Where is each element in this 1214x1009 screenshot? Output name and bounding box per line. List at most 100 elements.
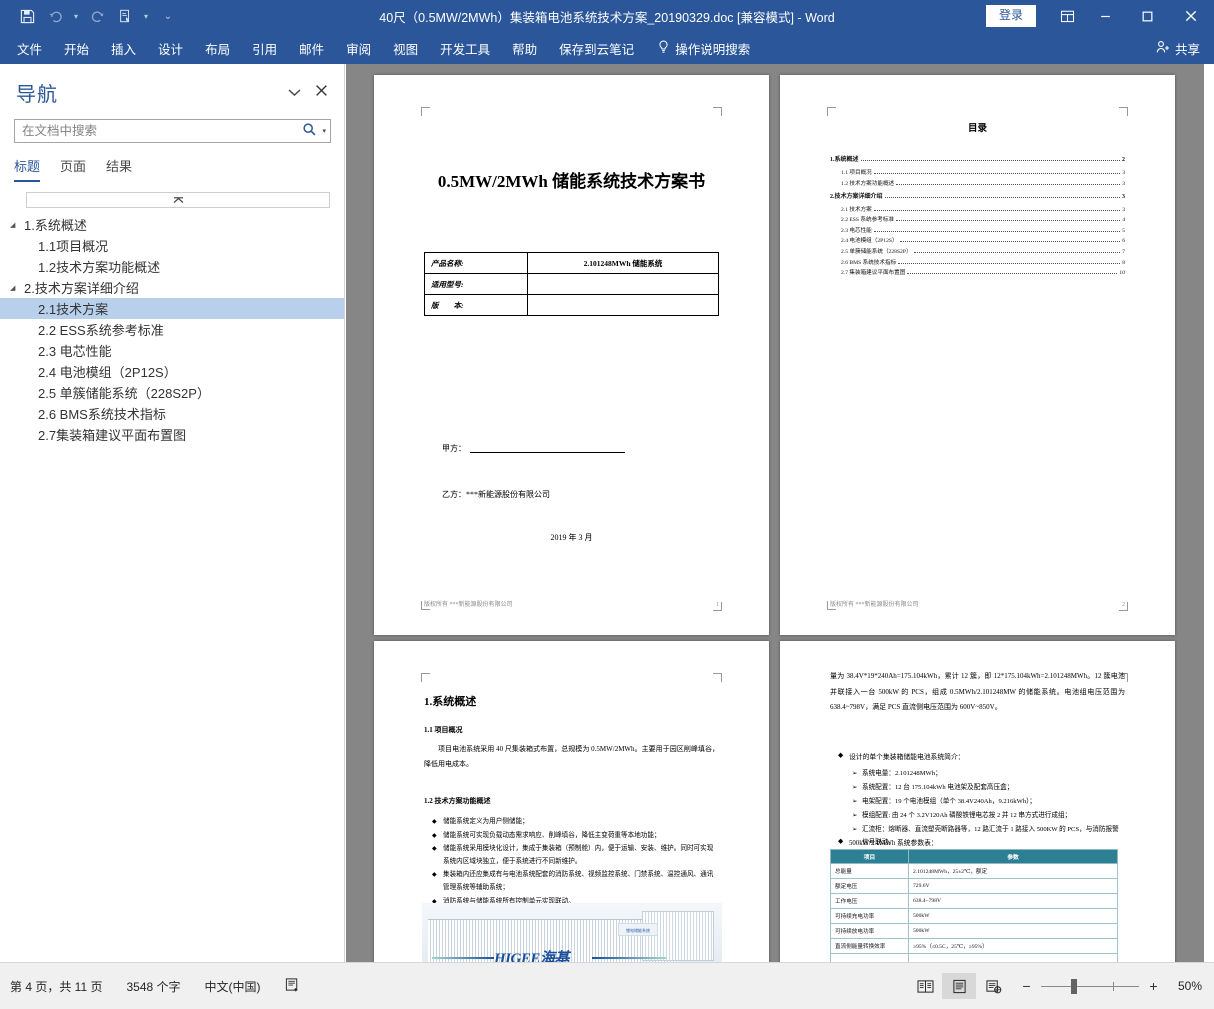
tab-save-to-cloud-notes[interactable]: 保存到云笔记 xyxy=(548,34,645,63)
language-indicator[interactable]: 中文(中国) xyxy=(193,978,273,995)
page-footer-number: 2 xyxy=(1122,602,1125,608)
tell-me-placeholder: 操作说明搜索 xyxy=(675,42,751,57)
party-a-label: 甲方： xyxy=(442,444,466,453)
navigation-heading-list[interactable]: ◢ 1.系统概述 1.1项目概况 1.2技术方案功能概述 ◢ 2.技术方案详细介… xyxy=(0,208,344,445)
crop-mark-icon xyxy=(713,107,722,116)
undo-dropdown-icon[interactable]: ▾ xyxy=(70,4,82,28)
expand-triangle-icon[interactable]: ◢ xyxy=(10,284,24,292)
navigation-tabs[interactable]: 标题 页面 结果 xyxy=(0,143,344,182)
table-header-row: 项目 参数 xyxy=(830,849,1118,864)
toc-entry[interactable]: 2.7 集装箱建议平面布置图 10 xyxy=(830,268,1125,276)
toc-entry[interactable]: 2.2 ESS 系统参考标准 4 xyxy=(830,215,1125,223)
tab-references[interactable]: 引用 xyxy=(241,34,288,63)
party-a-line: 甲方： xyxy=(442,443,625,454)
tab-mailings[interactable]: 邮件 xyxy=(288,34,335,63)
minimize-button[interactable] xyxy=(1084,0,1126,32)
sidebar-item-single-cluster-system[interactable]: 2.5 单簇储能系统（228S2P） xyxy=(0,382,344,403)
zoom-out-button[interactable]: − xyxy=(1020,978,1033,994)
web-layout-view-icon[interactable] xyxy=(976,973,1010,999)
toc-entry[interactable]: 2.6 BMS 系统技术指标 8 xyxy=(830,258,1125,266)
tab-help[interactable]: 帮助 xyxy=(501,34,548,63)
proofing-status-icon[interactable] xyxy=(273,977,312,995)
toc-entry[interactable]: 2.5 单簇储能系统（228S2P） 7 xyxy=(830,247,1125,255)
zoom-control[interactable]: − + 50% xyxy=(1010,978,1202,994)
sidebar-item-tech-plan[interactable]: 2.1技术方案 xyxy=(0,298,344,319)
undo-icon[interactable] xyxy=(42,4,68,28)
nav-tab-pages[interactable]: 页面 xyxy=(60,156,86,182)
nav-scroll-up-button[interactable] xyxy=(26,192,330,208)
toc-page: 3 xyxy=(1122,206,1125,213)
zoom-level-label[interactable]: 50% xyxy=(1168,979,1202,993)
document-canvas[interactable]: 0.5MW/2MWh 储能系统技术方案书 产品名称: 2.101248MWh 储… xyxy=(346,64,1204,962)
tab-developer[interactable]: 开发工具 xyxy=(429,34,501,63)
table-row: 额定电压 729.6V xyxy=(830,878,1118,894)
tab-layout[interactable]: 布局 xyxy=(194,34,241,63)
tab-view[interactable]: 视图 xyxy=(382,34,429,63)
table-of-contents[interactable]: 1.系统概述 2 1.1 项目概况 3 1.2 技术方案功能概述 3 2.技术方… xyxy=(830,150,1125,279)
ribbon-tab-bar[interactable]: 文件 开始 插入 设计 布局 引用 邮件 审阅 视图 开发工具 帮助 保存到云笔… xyxy=(0,32,1214,64)
toc-dot-leader xyxy=(907,273,1118,275)
read-mode-view-icon[interactable] xyxy=(908,973,942,999)
close-button[interactable] xyxy=(1168,0,1214,32)
tab-review[interactable]: 审阅 xyxy=(335,34,382,63)
sidebar-item-ess-standards[interactable]: 2.2 ESS系统参考标准 xyxy=(0,319,344,340)
sidebar-item-system-overview[interactable]: ◢ 1.系统概述 xyxy=(0,214,344,235)
expand-triangle-icon[interactable]: ◢ xyxy=(10,221,24,229)
sidebar-item-tech-detail-intro[interactable]: ◢ 2.技术方案详细介绍 xyxy=(0,277,344,298)
document-page-4[interactable]: 量为 38.4V*19*240Ah=175.104kWh，累计 12 簇，即 1… xyxy=(780,641,1175,962)
tab-insert[interactable]: 插入 xyxy=(100,34,147,63)
tab-design[interactable]: 设计 xyxy=(147,34,194,63)
save-icon[interactable] xyxy=(14,4,40,28)
pane-options-chevron-down-icon[interactable] xyxy=(288,86,301,100)
touch-mode-dropdown-icon[interactable]: ▾ xyxy=(140,4,152,28)
search-box[interactable]: ▾ xyxy=(14,119,331,143)
document-page-3[interactable]: 1.系统概述 1.1 项目概况 项目电池系统采用 40 尺集装箱式布置，总规模为… xyxy=(374,641,769,962)
document-page-2[interactable]: 目录 1.系统概述 2 1.1 项目概况 3 1.2 技术方案功能概述 3 2.… xyxy=(780,75,1175,635)
print-layout-view-icon[interactable] xyxy=(942,973,976,999)
nav-tab-headings[interactable]: 标题 xyxy=(14,156,41,182)
search-options-chevron-down-icon[interactable]: ▾ xyxy=(320,127,326,135)
sidebar-item-battery-module[interactable]: 2.4 电池模组（2P12S） xyxy=(0,361,344,382)
share-button[interactable]: 共享 xyxy=(1156,39,1200,58)
section-heading-1-1: 1.1 项目概况 xyxy=(424,726,463,734)
word-count[interactable]: 3548 个字 xyxy=(114,978,192,995)
sign-in-button[interactable]: 登录 xyxy=(985,5,1036,27)
toc-entry[interactable]: 2.1 技术方案 3 xyxy=(830,205,1125,213)
toc-entry[interactable]: 1.1 项目概况 3 xyxy=(830,168,1125,176)
toc-entry[interactable]: 2.技术方案详细介绍 3 xyxy=(830,191,1125,200)
zoom-in-button[interactable]: + xyxy=(1147,978,1160,994)
zoom-slider[interactable] xyxy=(1041,979,1139,994)
ribbon-display-options-icon[interactable] xyxy=(1050,0,1084,32)
maximize-button[interactable] xyxy=(1126,0,1168,32)
table-row: 电池系统寿命 ≥4500 次或≥10 年（常温、标准工况，电池单体容量衰减至初始… xyxy=(830,953,1118,962)
toc-entry[interactable]: 1.系统概述 2 xyxy=(830,154,1125,163)
redo-icon[interactable] xyxy=(84,4,110,28)
sidebar-item-cell-performance[interactable]: 2.3 电芯性能 xyxy=(0,340,344,361)
toc-entry[interactable]: 2.4 电池模组（2P12S） 6 xyxy=(830,236,1125,244)
toc-entry[interactable]: 1.2 技术方案功能概述 3 xyxy=(830,179,1125,187)
search-input[interactable] xyxy=(22,124,300,138)
sidebar-item-bms-specs[interactable]: 2.6 BMS系统技术指标 xyxy=(0,403,344,424)
table-cell-label: 产品名称: xyxy=(424,252,528,274)
toc-label: 1.2 技术方案功能概述 xyxy=(841,180,895,187)
tab-file[interactable]: 文件 xyxy=(6,34,53,63)
sidebar-item-tech-function-overview[interactable]: 1.2技术方案功能概述 xyxy=(0,256,344,277)
close-pane-icon[interactable] xyxy=(315,84,332,102)
sidebar-item-container-layout[interactable]: 2.7集装箱建议平面布置图 xyxy=(0,424,344,445)
tab-home[interactable]: 开始 xyxy=(53,34,100,63)
toc-dot-leader xyxy=(873,209,1121,211)
container-product-image[interactable]: 锂电储能系统 HIGEE海基 xyxy=(422,903,722,962)
sidebar-item-project-overview[interactable]: 1.1项目概况 xyxy=(0,235,344,256)
nav-tab-results[interactable]: 结果 xyxy=(106,156,132,182)
system-parameters-table[interactable]: 项目 参数 总能量 2.101248MWh，25±2℃，额定 额定电压 729.… xyxy=(830,849,1118,962)
tell-me-search[interactable]: 操作说明搜索 xyxy=(649,34,758,63)
zoom-slider-thumb[interactable] xyxy=(1071,979,1077,994)
crop-mark-icon xyxy=(1119,107,1128,116)
page-indicator[interactable]: 第 4 页，共 11 页 xyxy=(0,978,114,995)
quick-access-toolbar[interactable]: ▾ ▾ ⌄ xyxy=(0,4,174,28)
customize-qat-icon[interactable]: ⌄ xyxy=(162,4,174,28)
touch-mouse-mode-icon[interactable] xyxy=(112,4,138,28)
document-page-1[interactable]: 0.5MW/2MWh 储能系统技术方案书 产品名称: 2.101248MWh 储… xyxy=(374,75,769,635)
toc-entry[interactable]: 2.3 电芯性能 5 xyxy=(830,226,1125,234)
search-icon[interactable] xyxy=(299,122,320,140)
